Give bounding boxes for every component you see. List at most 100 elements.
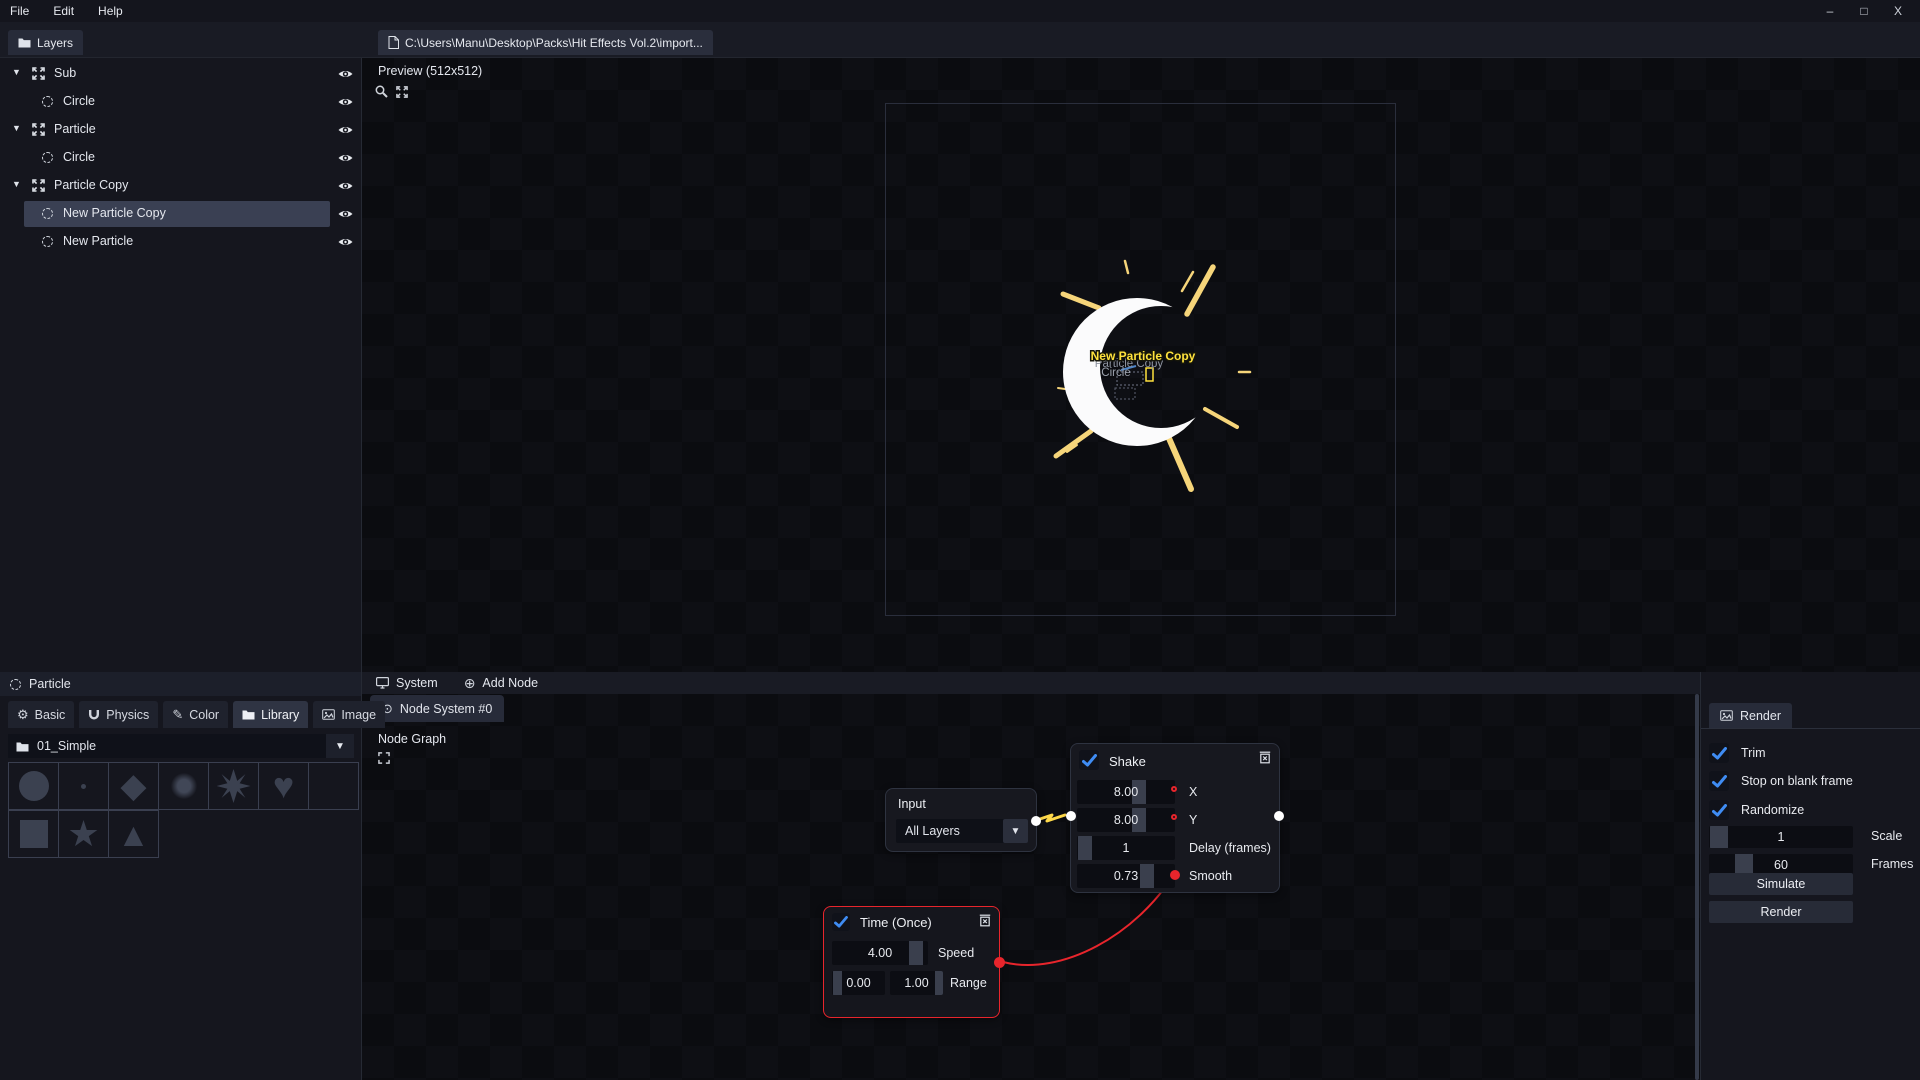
- node-shake[interactable]: Shake 8.00 X 8.00 Y 1 Delay (frames) 0.7…: [1070, 743, 1280, 893]
- range-max-input[interactable]: 1.00: [890, 971, 943, 995]
- burst-shape-icon: [217, 769, 251, 803]
- x-slider-input[interactable]: 8.00: [1077, 780, 1175, 804]
- transform-arrows-icon: [32, 179, 45, 192]
- image-icon: [322, 709, 335, 720]
- speed-value: 4.00: [832, 941, 928, 965]
- tab-image[interactable]: Image: [313, 701, 385, 728]
- tab-node-system[interactable]: ⊙ Node System #0: [370, 695, 504, 722]
- fit-expand-icon[interactable]: [396, 86, 408, 98]
- visibility-eye-icon[interactable]: [338, 153, 353, 163]
- node-time-once[interactable]: Time (Once) 4.00 Speed 0.00 1.00 Range: [823, 906, 1000, 1018]
- tab-open-file[interactable]: C:\Users\Manu\Desktop\Packs\Hit Effects …: [378, 30, 713, 55]
- range-min-input[interactable]: 0.00: [832, 971, 885, 995]
- check-icon: [1082, 754, 1097, 767]
- stop-blank-checkbox-row: Stop on blank frame: [1709, 770, 1853, 792]
- range-max-value: 1.00: [890, 971, 943, 995]
- shape-diamond[interactable]: ◆: [108, 762, 159, 810]
- visibility-eye-icon[interactable]: [338, 181, 353, 191]
- simulate-button[interactable]: Simulate: [1709, 873, 1853, 895]
- delete-node-icon[interactable]: [979, 914, 991, 927]
- output-connector[interactable]: [1274, 811, 1284, 821]
- node-editor-scrollbar[interactable]: [1695, 694, 1699, 1080]
- tab-color[interactable]: ✎ Color: [163, 701, 228, 728]
- image-icon: [1720, 710, 1733, 721]
- node-editor-toolbar: System ⊕ Add Node: [362, 672, 1700, 694]
- shape-empty-slot[interactable]: [308, 762, 359, 810]
- dot-shape-icon: [81, 784, 86, 789]
- folder-icon: [16, 741, 29, 752]
- particle-panel-title: Particle: [29, 677, 71, 691]
- shape-dot[interactable]: [58, 762, 109, 810]
- smooth-slider-input[interactable]: 0.73: [1077, 864, 1175, 888]
- chevron-down-icon[interactable]: ▼: [326, 734, 354, 758]
- tab-library[interactable]: Library: [233, 701, 308, 728]
- collapse-icon[interactable]: ▼: [12, 179, 21, 189]
- chevron-down-icon[interactable]: ▼: [1003, 819, 1028, 843]
- frames-slider-input[interactable]: 60: [1709, 854, 1853, 876]
- layer-group-sub[interactable]: ▼ Sub: [0, 60, 361, 88]
- output-connector[interactable]: [994, 957, 1005, 968]
- layer-item-new-particle[interactable]: New Particle: [0, 228, 361, 256]
- node-enabled-checkbox[interactable]: [832, 913, 850, 931]
- param-row-x: 8.00 X: [1071, 780, 1279, 804]
- scale-slider-input[interactable]: 1: [1709, 826, 1853, 848]
- shape-square[interactable]: [8, 810, 59, 858]
- delete-node-icon[interactable]: [1259, 751, 1271, 764]
- smooth-value: 0.73: [1077, 864, 1175, 888]
- visibility-eye-icon[interactable]: [338, 69, 353, 79]
- library-folder-dropdown[interactable]: 01_Simple ▼: [8, 734, 354, 758]
- node-graph-canvas[interactable]: ⊙ Node System #0 Node Graph Input All La…: [362, 694, 1700, 1080]
- input-layers-value: All Layers: [896, 824, 960, 838]
- layer-group-particle[interactable]: ▼ Particle: [0, 116, 361, 144]
- render-button[interactable]: Render: [1709, 901, 1853, 923]
- menu-edit[interactable]: Edit: [41, 4, 86, 18]
- add-node-button[interactable]: ⊕ Add Node: [464, 676, 538, 690]
- shape-burst[interactable]: [208, 762, 259, 810]
- close-icon[interactable]: X: [1888, 4, 1908, 18]
- layer-item-new-particle-copy-selected[interactable]: New Particle Copy: [0, 200, 361, 228]
- collapse-icon[interactable]: ▼: [12, 123, 21, 133]
- layer-item-circle[interactable]: Circle: [0, 144, 361, 172]
- y-slider-input[interactable]: 8.00: [1077, 808, 1175, 832]
- layer-item-circle[interactable]: Circle: [0, 88, 361, 116]
- diamond-shape-icon: ◆: [120, 769, 146, 803]
- gear-icon: ⚙: [17, 708, 29, 721]
- system-menu[interactable]: System: [376, 676, 438, 690]
- output-connector[interactable]: [1031, 816, 1041, 826]
- delay-slider-input[interactable]: 1: [1077, 836, 1175, 860]
- fit-brackets-icon[interactable]: [378, 752, 390, 764]
- preview-title: Preview (512x512): [378, 64, 482, 78]
- tab-basic[interactable]: ⚙ Basic: [8, 701, 74, 728]
- input-connector[interactable]: [1066, 811, 1076, 821]
- zoom-magnifier-icon[interactable]: [375, 85, 388, 98]
- shape-circle[interactable]: [8, 762, 59, 810]
- shape-heart[interactable]: ♥: [258, 762, 309, 810]
- node-input[interactable]: Input All Layers ▼: [885, 788, 1037, 852]
- left-panel: ▼ Sub Circle ▼ Particle Circle ▼ Particl…: [0, 58, 362, 1080]
- visibility-eye-icon[interactable]: [338, 237, 353, 247]
- layer-label: Circle: [63, 150, 95, 164]
- shape-star[interactable]: ★: [58, 810, 109, 858]
- node-enabled-checkbox[interactable]: [1079, 750, 1099, 770]
- visibility-eye-icon[interactable]: [338, 97, 353, 107]
- shape-triangle[interactable]: ▲: [108, 810, 159, 858]
- trim-checkbox[interactable]: [1709, 743, 1729, 763]
- menu-file[interactable]: File: [0, 4, 41, 18]
- randomize-checkbox[interactable]: [1709, 800, 1729, 820]
- shape-soft-dot[interactable]: [158, 762, 209, 810]
- layer-group-particle-copy[interactable]: ▼ Particle Copy: [0, 172, 361, 200]
- menu-help[interactable]: Help: [86, 4, 135, 18]
- visibility-eye-icon[interactable]: [338, 209, 353, 219]
- stop-blank-checkbox[interactable]: [1709, 771, 1729, 791]
- input-layers-dropdown[interactable]: All Layers ▼: [896, 819, 1028, 843]
- maximize-icon[interactable]: □: [1854, 4, 1874, 18]
- tab-layers[interactable]: Layers: [8, 30, 83, 55]
- speed-slider-input[interactable]: 4.00: [832, 941, 928, 965]
- soft-dot-shape-icon: [171, 773, 197, 799]
- collapse-icon[interactable]: ▼: [12, 67, 21, 77]
- tab-physics[interactable]: Physics: [79, 701, 158, 728]
- tab-render[interactable]: Render: [1709, 703, 1792, 728]
- visibility-eye-icon[interactable]: [338, 125, 353, 135]
- node-input-title: Input: [898, 797, 926, 811]
- minimize-icon[interactable]: –: [1820, 4, 1840, 18]
